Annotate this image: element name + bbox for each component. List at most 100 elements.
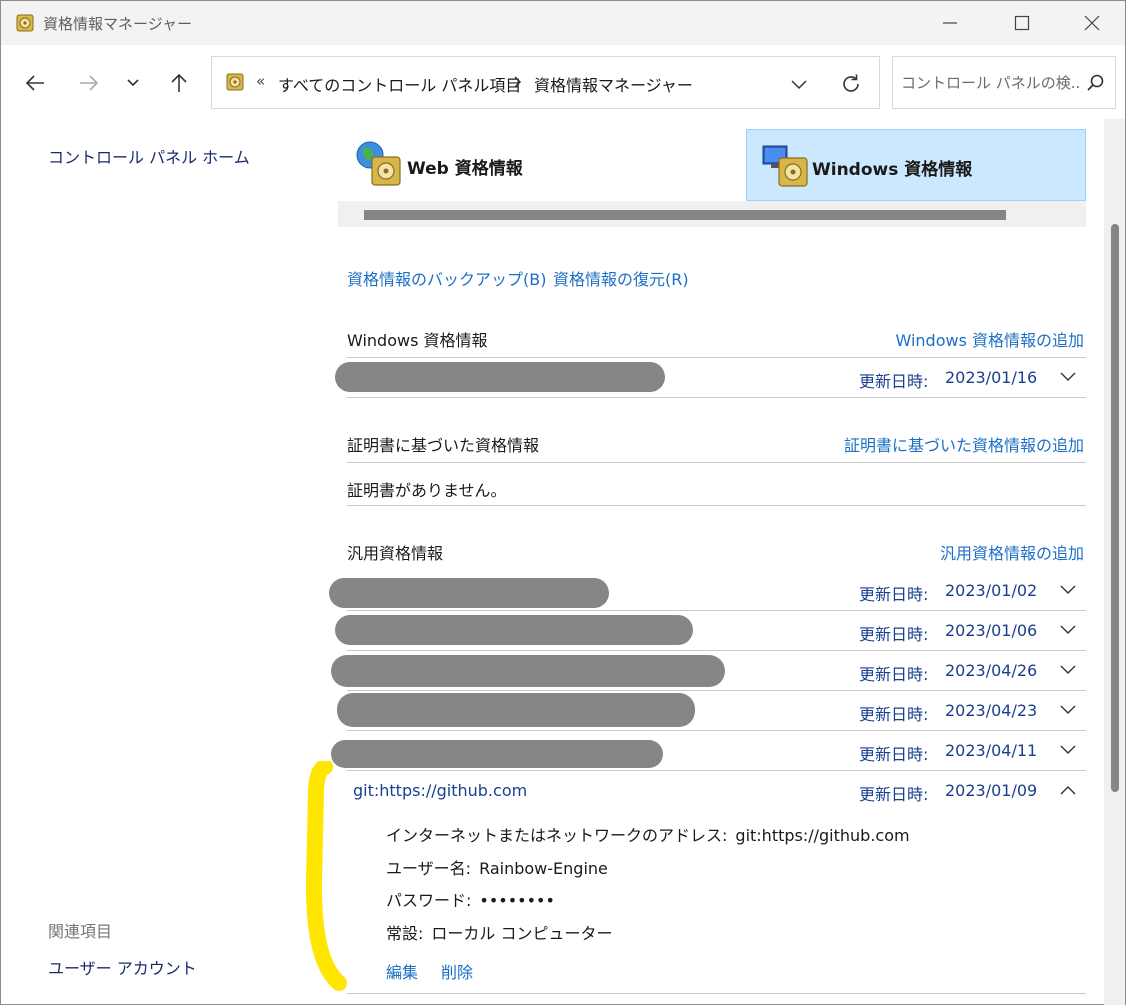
chevron-down-icon[interactable] bbox=[1059, 370, 1077, 384]
arrow-up-icon bbox=[171, 73, 187, 92]
chevron-down-icon[interactable] bbox=[1059, 623, 1077, 637]
modified-date: 2023/01/02 bbox=[945, 581, 1038, 600]
password-detail: パスワード: •••••••• bbox=[386, 887, 555, 911]
password-label: パスワード: bbox=[386, 891, 472, 910]
modified-date-label: 更新日時: bbox=[859, 665, 929, 684]
related-items-heading: 関連項目 bbox=[48, 922, 113, 941]
address-detail: インターネットまたはネットワークのアドレス: git:https://github… bbox=[386, 822, 910, 846]
tab-web-label: Web 資格情報 bbox=[407, 159, 523, 179]
divider bbox=[347, 993, 1086, 994]
modified-date: 2023/04/23 bbox=[945, 701, 1038, 720]
forward-button[interactable] bbox=[71, 65, 107, 101]
restore-credentials-link[interactable]: 資格情報の復元(R) bbox=[553, 266, 689, 290]
username-value: Rainbow-Engine bbox=[479, 859, 608, 878]
divider bbox=[347, 397, 1086, 398]
redacted-credential-name bbox=[335, 615, 693, 645]
modified-date: 2023/01/09 bbox=[945, 781, 1038, 800]
credential-vault-icon bbox=[226, 73, 244, 91]
delete-credential-link[interactable]: 削除 bbox=[441, 959, 473, 983]
add-generic-credential-link[interactable]: 汎用資格情報の追加 bbox=[940, 540, 1084, 564]
add-certificate-credential-link[interactable]: 証明書に基づいた資格情報の追加 bbox=[844, 432, 1084, 456]
credential-vault-icon bbox=[16, 14, 34, 32]
refresh-button[interactable] bbox=[836, 69, 866, 99]
redacted-credential-name bbox=[337, 693, 695, 727]
web-credential-icon bbox=[356, 141, 401, 186]
certificate-credentials-heading: 証明書に基づいた資格情報 bbox=[347, 436, 540, 455]
back-button[interactable] bbox=[17, 65, 53, 101]
edit-credential-link[interactable]: 編集 bbox=[386, 959, 418, 983]
no-certificates-message: 証明書がありません。 bbox=[347, 481, 507, 500]
redacted-header-bar bbox=[364, 210, 1006, 220]
chevron-down-icon[interactable] bbox=[1059, 743, 1077, 757]
recent-locations-button[interactable] bbox=[115, 65, 151, 101]
persistence-value: ローカル コンピューター bbox=[431, 924, 613, 943]
maximize-icon bbox=[1014, 15, 1030, 31]
control-panel-home-link[interactable]: コントロール パネル ホーム bbox=[48, 144, 250, 168]
arrow-right-icon bbox=[80, 75, 99, 91]
generic-credential-row[interactable]: 更新日時: 2023/04/26 bbox=[331, 651, 1086, 691]
close-icon bbox=[1084, 15, 1100, 31]
user-accounts-link[interactable]: ユーザー アカウント bbox=[48, 955, 197, 979]
modified-date-label: 更新日時: bbox=[859, 372, 929, 391]
modified-date-label: 更新日時: bbox=[859, 585, 929, 604]
breadcrumb-overflow[interactable]: « bbox=[256, 72, 265, 90]
github-credential-name[interactable]: git:https://github.com bbox=[353, 781, 527, 800]
windows-credential-row[interactable]: 更新日時: 2023/01/16 bbox=[335, 358, 1086, 398]
address-bar[interactable]: « すべてのコントロール パネル項目 資格情報マネージャー bbox=[211, 56, 880, 109]
modified-date-label: 更新日時: bbox=[859, 625, 929, 644]
add-windows-credential-link[interactable]: Windows 資格情報の追加 bbox=[895, 327, 1084, 351]
redacted-credential-name bbox=[331, 655, 725, 687]
title-bar: 資格情報マネージャー bbox=[1, 1, 1125, 45]
refresh-icon bbox=[843, 74, 859, 92]
chevron-up-icon[interactable] bbox=[1059, 783, 1077, 797]
up-button[interactable] bbox=[161, 65, 197, 101]
navigation-bar: « すべてのコントロール パネル項目 資格情報マネージャー bbox=[1, 45, 1125, 119]
username-label: ユーザー名: bbox=[386, 859, 472, 878]
modified-date-label: 更新日時: bbox=[859, 705, 929, 724]
modified-date: 2023/04/11 bbox=[945, 741, 1038, 760]
breadcrumb-all-control-panel-items[interactable]: すべてのコントロール パネル項目 bbox=[278, 72, 521, 96]
windows-credentials-heading: Windows 資格情報 bbox=[347, 331, 488, 350]
address-value: git:https://github.com bbox=[735, 826, 910, 845]
redacted-credential-name bbox=[331, 740, 663, 768]
search-input[interactable] bbox=[901, 71, 1081, 95]
redacted-credential-name bbox=[335, 362, 665, 392]
chevron-down-icon[interactable] bbox=[1059, 703, 1077, 717]
address-label: インターネットまたはネットワークのアドレス: bbox=[386, 826, 728, 845]
modified-date-label: 更新日時: bbox=[859, 785, 929, 804]
window-title: 資格情報マネージャー bbox=[43, 15, 192, 33]
breadcrumb-credential-manager[interactable]: 資格情報マネージャー bbox=[534, 72, 693, 96]
chevron-right-icon[interactable] bbox=[512, 74, 524, 90]
redacted-credential-name bbox=[329, 578, 609, 608]
modified-date: 2023/01/16 bbox=[945, 368, 1038, 387]
chevron-down-icon bbox=[127, 79, 139, 87]
tab-windows-label: Windows 資格情報 bbox=[812, 160, 973, 180]
scrollbar-thumb[interactable] bbox=[1111, 224, 1119, 792]
generic-credential-row[interactable]: 更新日時: 2023/01/06 bbox=[335, 611, 1086, 651]
address-dropdown-button[interactable] bbox=[784, 69, 814, 99]
persistence-label: 常設: bbox=[386, 924, 424, 943]
close-button[interactable] bbox=[1057, 1, 1126, 45]
username-detail: ユーザー名: Rainbow-Engine bbox=[386, 855, 608, 879]
github-credential-row[interactable]: git:https://github.com 更新日時: 2023/01/09 bbox=[347, 771, 1086, 811]
credential-manager-window: 資格情報マネージャー « すべてのコントロール パネル項目 資格情報マネージャー… bbox=[0, 0, 1126, 1005]
chevron-down-icon[interactable] bbox=[1059, 583, 1077, 597]
tab-web-credentials[interactable]: Web 資格情報 bbox=[338, 129, 745, 201]
chevron-down-icon[interactable] bbox=[1059, 663, 1077, 677]
vertical-scrollbar[interactable] bbox=[1104, 119, 1125, 1005]
generic-credential-row[interactable]: 更新日時: 2023/01/02 bbox=[329, 571, 1086, 611]
tab-windows-credentials[interactable]: Windows 資格情報 bbox=[746, 129, 1086, 201]
search-icon[interactable] bbox=[1085, 73, 1105, 93]
password-value: •••••••• bbox=[479, 891, 555, 910]
minimize-button[interactable] bbox=[915, 1, 985, 45]
backup-credentials-link[interactable]: 資格情報のバックアップ(B) bbox=[347, 266, 546, 290]
modified-date: 2023/04/26 bbox=[945, 661, 1038, 680]
generic-credential-row[interactable]: 更新日時: 2023/04/11 bbox=[331, 731, 1086, 771]
divider bbox=[347, 462, 1086, 463]
tab-content-header-strip bbox=[338, 201, 1086, 227]
arrow-left-icon bbox=[25, 75, 44, 91]
generic-credential-row[interactable]: 更新日時: 2023/04/23 bbox=[337, 691, 1086, 731]
search-box[interactable] bbox=[892, 56, 1116, 109]
maximize-button[interactable] bbox=[987, 1, 1057, 45]
modified-date-label: 更新日時: bbox=[859, 745, 929, 764]
